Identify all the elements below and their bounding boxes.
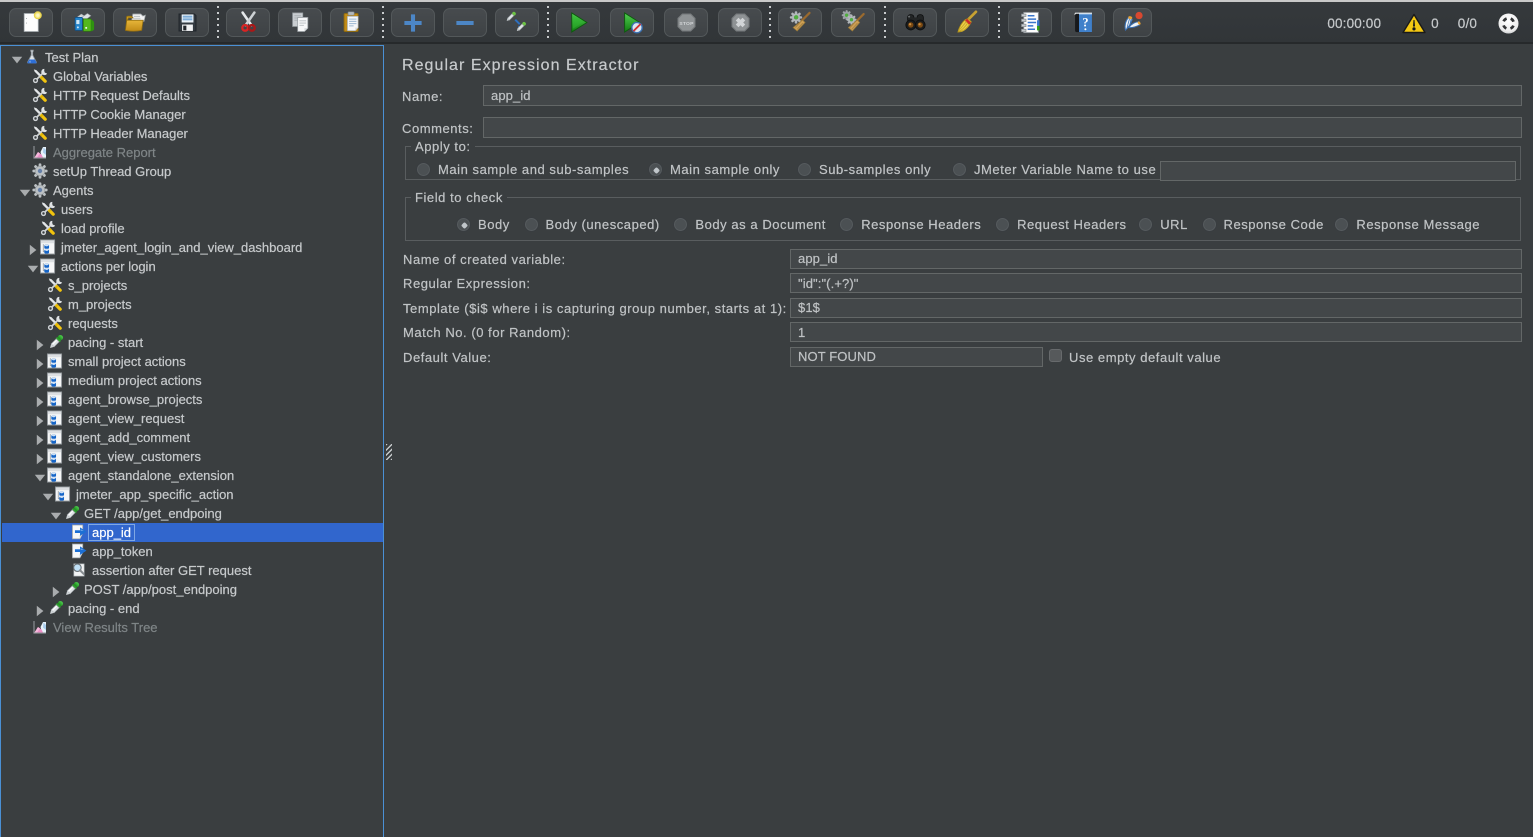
- svg-text:STOP: STOP: [679, 21, 694, 27]
- svg-text:?: ?: [1082, 15, 1088, 29]
